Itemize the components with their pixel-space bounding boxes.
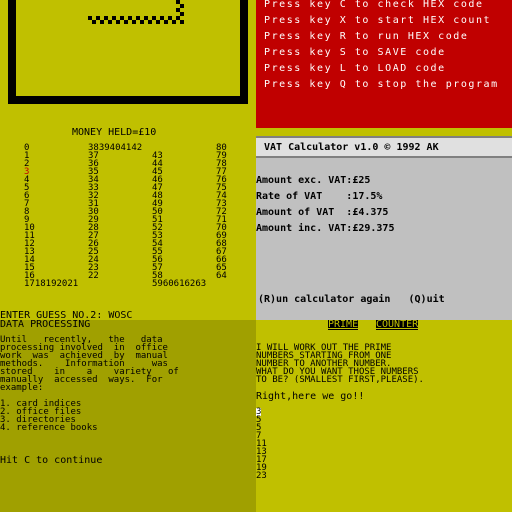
prime-go: Right,here we go!!	[256, 391, 365, 402]
prime-title-1-box: PRIME	[328, 320, 359, 330]
dp-para-line: example:	[0, 383, 44, 393]
vat-line: Rate of VAT :17.5%	[256, 191, 383, 202]
dp-list-item: 4. reference books	[0, 423, 98, 433]
vat-line: Amount of VAT :£4.375	[256, 207, 389, 218]
guess-game-panel: MONEY HELD=£10 0 3839404142 80 1 37 43 79 2 36 44…	[0, 128, 256, 320]
snake-game-panel	[0, 0, 256, 128]
hex-menu-item[interactable]: Press key Q to stop the program	[264, 80, 499, 90]
data-processing-panel: DATA PROCESSING Until recently, the data…	[0, 320, 256, 512]
vat-line: Amount inc. VAT:£29.375	[256, 223, 395, 234]
hex-menu-item[interactable]: Press key C to check HEX code	[264, 0, 484, 10]
money-held: MONEY HELD=£10	[72, 128, 157, 138]
snake-segment	[180, 20, 184, 24]
guess-prompt[interactable]: ENTER GUESS NO.2: WOSC	[0, 311, 132, 321]
prime-intro-line: TO BE? (SMALLEST FIRST,PLEASE).	[256, 375, 424, 385]
hex-menu-panel: Press key C to check HEX code Press key X…	[256, 0, 512, 128]
hex-menu-item[interactable]: Press key R to run HEX code	[264, 32, 468, 42]
prime-title-1: PRIME	[328, 320, 359, 330]
prime-number: 23	[256, 471, 267, 481]
vat-title-bar: VAT Calculator v1.0 © 1992 AK	[256, 136, 512, 158]
grid-cell: 5960616263	[152, 279, 207, 289]
vat-body: VAT Calculator v1.0 © 1992 AK Amount exc…	[256, 136, 512, 320]
vat-options[interactable]: (R)un calculator again (Q)uit	[258, 295, 445, 305]
hex-menu-item[interactable]: Press key X to start HEX count	[264, 16, 491, 26]
hex-menu-item[interactable]: Press key L to LOAD code	[264, 64, 446, 74]
vat-title: VAT Calculator v1.0 © 1992 AK	[264, 142, 439, 153]
dp-continue[interactable]: Hit C to continue	[0, 456, 102, 466]
prime-title-2: COUNTER	[376, 320, 419, 330]
vat-line: Amount exc. VAT:£25	[256, 175, 371, 186]
snake-segment	[180, 12, 184, 16]
grid-cell: 22	[88, 271, 99, 281]
prime-title-2-box: COUNTER	[376, 320, 419, 330]
grid-cell: 1718192021	[24, 279, 79, 289]
dp-title: DATA PROCESSING	[0, 320, 91, 330]
grid-cell: 64	[216, 271, 227, 281]
vat-calculator-panel: VAT Calculator v1.0 © 1992 AK Amount exc…	[256, 128, 512, 320]
hex-menu-item[interactable]: Press key S to SAVE code	[264, 48, 446, 58]
prime-counter-panel: PRIME COUNTER I WILL WORK OUT THE PRIME N…	[256, 320, 512, 512]
